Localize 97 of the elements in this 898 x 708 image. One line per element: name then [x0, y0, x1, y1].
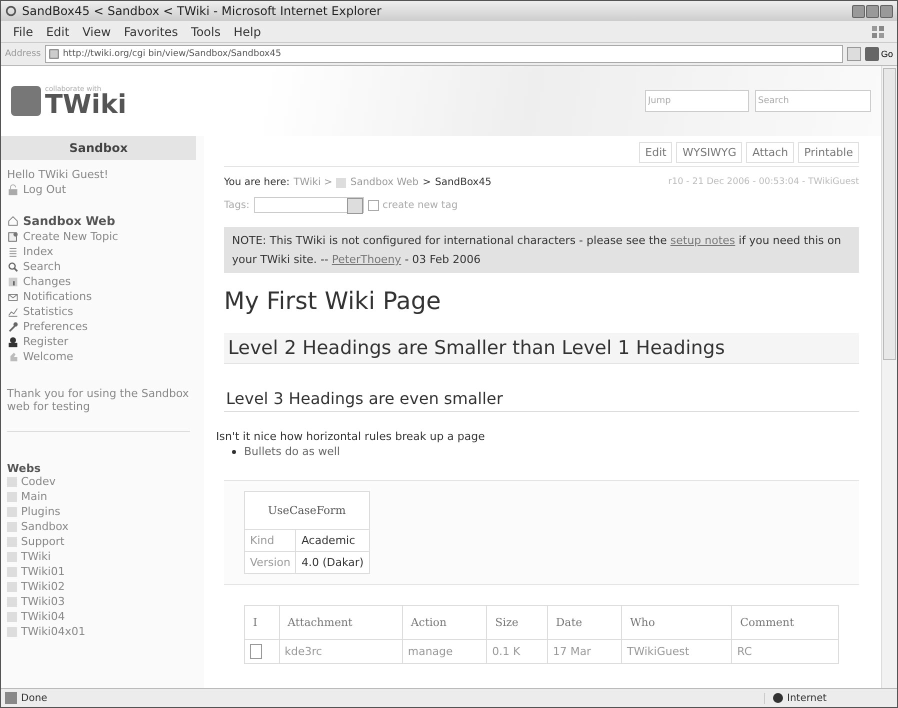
sidebar-link[interactable]: Register [23, 335, 68, 348]
browser-icon [5, 5, 17, 17]
greeting-text: Hello TWiki Guest! [7, 168, 110, 181]
form-title: UseCaseForm [244, 492, 370, 530]
lock-icon [7, 184, 19, 196]
web-link[interactable]: Main [21, 490, 48, 503]
file-icon [250, 644, 262, 659]
level-3-heading: Level 3 Headings are even smaller [224, 386, 859, 412]
tags-dropdown[interactable] [254, 197, 364, 213]
page-heading: My First Wiki Page [224, 287, 442, 315]
menu-item[interactable]: File [13, 24, 34, 38]
breadcrumb-label: You are here: [224, 177, 290, 188]
table-cell: manage [402, 640, 487, 664]
sidebar-link[interactable]: Statistics [23, 305, 74, 318]
create-tag-link[interactable]: create new tag [382, 200, 458, 210]
breadcrumb-item[interactable]: Sandbox Web [350, 177, 419, 188]
table-cell: 0.1 K [486, 640, 548, 664]
sidebar-link[interactable]: Welcome [23, 350, 74, 363]
page-icon [48, 48, 60, 60]
sidebar-link[interactable]: Notifications [23, 290, 92, 303]
changes-icon [7, 276, 19, 288]
search-field[interactable]: Search [755, 90, 871, 112]
home-icon [7, 215, 19, 227]
web-link[interactable]: TWiki04x01 [21, 625, 86, 638]
level-2-heading: Level 2 Headings are Smaller than Level 1 Headings [224, 333, 859, 364]
web-link[interactable]: Plugins [21, 505, 60, 518]
table-cell: RC [732, 640, 838, 664]
webs-heading: Webs [6, 462, 42, 475]
sidebar-link[interactable]: Sandbox Web [23, 214, 116, 228]
menu-item[interactable]: Favorites [124, 24, 178, 38]
table-cell: TWikiGuest [621, 640, 732, 664]
thanks-text: Thank you for using the Sandbox web for testing [7, 387, 190, 413]
sidebar-link[interactable]: Create New Topic [23, 230, 118, 243]
window-title: SandBox45 < Sandbox < TWiki - Microsoft Internet Explorer [22, 4, 382, 18]
web-link[interactable]: TWiki [21, 550, 51, 563]
windows-flag-icon [871, 24, 885, 38]
web-link[interactable]: Support [21, 535, 64, 548]
sidebar-link[interactable]: Changes [23, 275, 71, 288]
form-value: Academic [296, 530, 370, 552]
stats-icon [7, 306, 19, 318]
setup-notes-link[interactable]: setup notes [670, 234, 736, 247]
bullet-dot [232, 450, 236, 454]
web-link[interactable]: TWiki01 [21, 565, 65, 578]
column-header[interactable]: Date [547, 606, 622, 640]
menu-item[interactable]: View [82, 24, 111, 38]
web-link[interactable]: TWiki04 [21, 610, 65, 623]
web-link[interactable]: Codev [21, 475, 56, 488]
action-button[interactable]: WYSIWYG [676, 142, 742, 163]
menu-item[interactable]: Help [234, 24, 261, 38]
form-value: 4.0 (Dakar) [296, 552, 370, 574]
address-label: Address [5, 49, 41, 59]
page-icon [5, 692, 17, 704]
sidebar-link[interactable]: Preferences [23, 320, 88, 333]
note-text: NOTE: This TWiki is not configured for international characters - please see the setup notes if you need this on your TWiki site. -- PeterThoeny - 03 Feb 2006 [224, 227, 859, 273]
breadcrumb-item: SandBox45 [434, 177, 492, 188]
web-link[interactable]: TWiki03 [21, 595, 65, 608]
revision-info: r10 - 21 Dec 2006 - 00:53:04 - TWikiGuest [668, 177, 859, 188]
column-header[interactable]: Action [402, 606, 487, 640]
column-header[interactable]: Attachment [279, 606, 402, 640]
column-header[interactable]: Comment [732, 606, 838, 640]
logout-link[interactable]: Log Out [23, 183, 66, 196]
column-header[interactable]: I [244, 606, 280, 640]
menu-item[interactable]: Tools [191, 24, 221, 38]
tags-label: Tags: [224, 200, 250, 210]
globe-icon [773, 693, 783, 703]
bullet-text: Bullets do as well [244, 445, 340, 458]
breadcrumb-item: > [422, 177, 431, 188]
sidebar-title: Sandbox [1, 136, 196, 160]
action-button[interactable]: Printable [798, 142, 859, 163]
table-cell: kde3rc [279, 640, 402, 664]
address-field[interactable]: http://twiki.org/cgi bin/view/Sandbox/Sandbox45 [44, 45, 843, 63]
form-label: Version [244, 552, 296, 574]
sidebar-link[interactable]: Search [23, 260, 61, 273]
breadcrumb-item[interactable]: TWiki > [294, 177, 332, 188]
author-link[interactable]: PeterThoeny [332, 253, 402, 266]
status-text: Done [21, 692, 48, 704]
zone-text: Internet [787, 692, 827, 704]
new-icon [7, 230, 19, 242]
menu-item[interactable]: Edit [46, 24, 70, 38]
register-icon [7, 336, 19, 348]
web-link[interactable]: Sandbox [21, 520, 69, 533]
action-button[interactable]: Edit [639, 142, 672, 163]
column-header[interactable]: Who [621, 606, 732, 640]
prefs-icon [7, 320, 19, 332]
form-label: Kind [244, 530, 296, 552]
column-header[interactable]: Size [486, 606, 548, 640]
dropdown-button[interactable] [846, 47, 861, 61]
paragraph: Isn't it nice how horizontal rules break up a page [216, 430, 486, 443]
action-button[interactable]: Attach [746, 142, 794, 163]
sidebar-link[interactable]: Index [23, 245, 54, 258]
vertical-scrollbar[interactable] [881, 66, 897, 688]
search-icon [7, 260, 19, 272]
web-color-icon [336, 178, 346, 188]
web-link[interactable]: TWiki02 [21, 580, 65, 593]
table-cell: 17 Mar [547, 640, 622, 664]
index-icon [7, 246, 19, 258]
plus-icon [368, 200, 379, 210]
